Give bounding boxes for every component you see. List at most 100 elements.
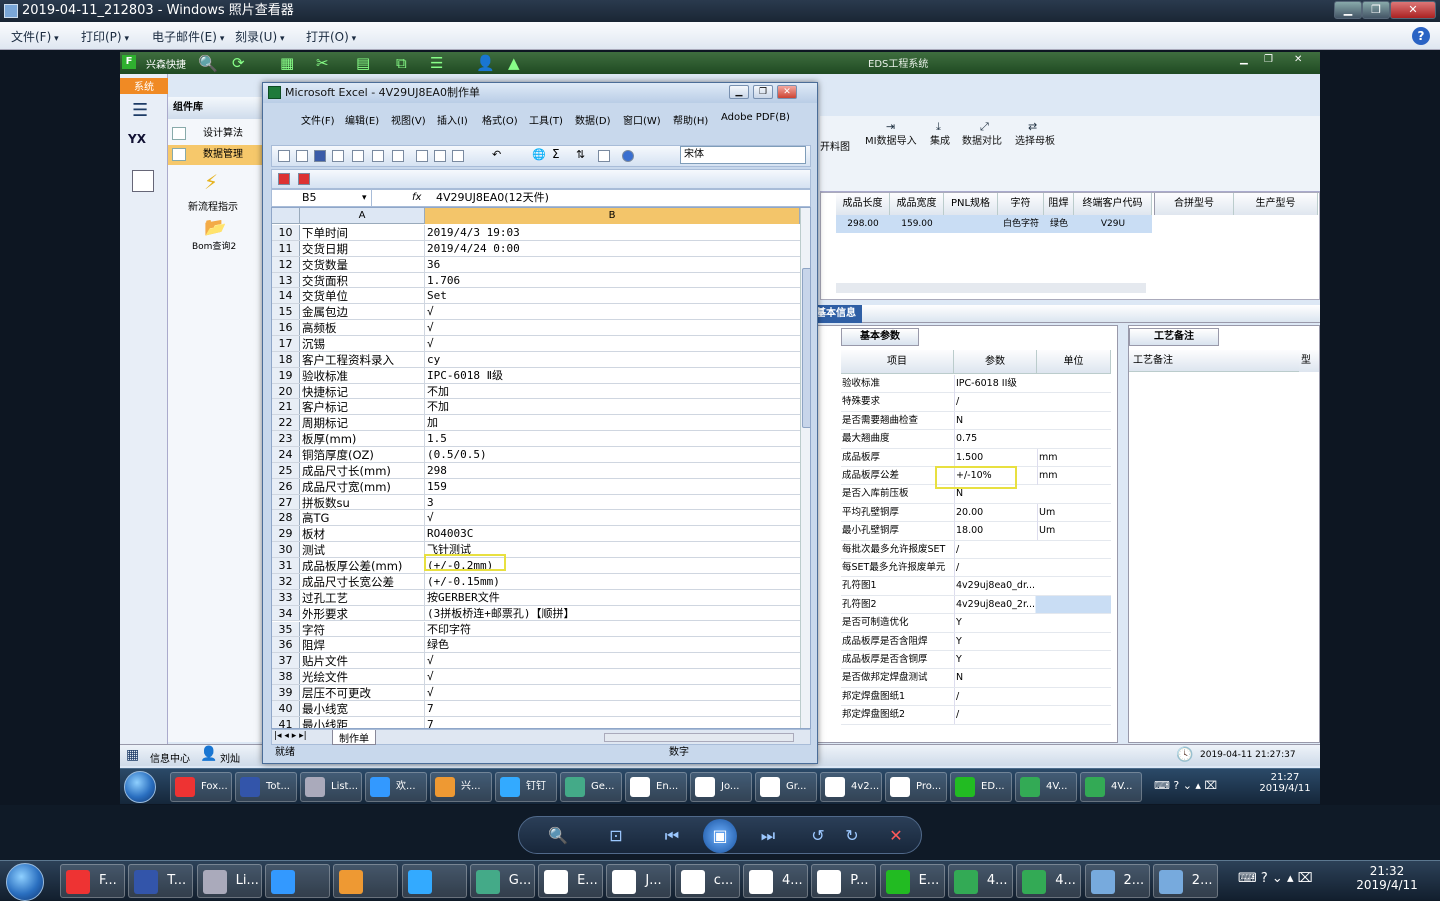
menu-print[interactable]: 打印(P) xyxy=(81,28,129,45)
excel-close-button[interactable]: ✕ xyxy=(777,85,797,99)
paste-icon[interactable] xyxy=(452,150,464,162)
pdf-icon[interactable] xyxy=(332,150,344,162)
cell-a[interactable]: 板厚(mm) xyxy=(301,431,425,447)
start-button[interactable] xyxy=(6,863,44,901)
xl-menu-edit[interactable]: 编辑(E) xyxy=(345,112,379,127)
calculator-icon[interactable] xyxy=(132,170,154,192)
outer-task-button[interactable]: c... xyxy=(674,864,740,898)
cell-a[interactable]: 板材 xyxy=(301,526,425,542)
namebox-dropdown-icon[interactable]: ▾ xyxy=(362,190,367,206)
list-icon[interactable]: ☰ xyxy=(430,54,443,72)
menu-burn[interactable]: 刻录(U) xyxy=(235,28,285,45)
outer-task-button[interactable]: J... xyxy=(606,864,672,898)
cell-b[interactable]: RO4003C xyxy=(426,526,800,541)
cell-a[interactable]: 交货数量 xyxy=(301,256,425,272)
xl-menu-tools[interactable]: 工具(T) xyxy=(529,112,563,127)
param-row[interactable]: 最小孔壁铜厚 18.00 Um xyxy=(841,522,1111,541)
flow-icon[interactable]: ⚡ xyxy=(204,170,218,194)
cell-b[interactable]: √ xyxy=(426,685,800,700)
cell-a[interactable]: 层压不可更改 xyxy=(301,684,425,700)
row-number[interactable]: 39 xyxy=(272,684,300,700)
cell-a[interactable]: 过孔工艺 xyxy=(301,589,425,605)
menu-icon[interactable]: ☰ xyxy=(132,100,148,121)
xl-menu-data[interactable]: 数据(D) xyxy=(575,112,611,127)
cell-b[interactable]: 1.706 xyxy=(426,273,800,288)
xl-menu-format[interactable]: 格式(O) xyxy=(482,112,518,127)
undo-icon[interactable]: ↶ xyxy=(492,148,506,161)
row-number[interactable]: 16 xyxy=(272,320,300,335)
cell-a[interactable]: 验收标准 xyxy=(301,367,425,383)
excel-maximize-button[interactable]: ❐ xyxy=(753,85,773,99)
save-icon[interactable] xyxy=(314,150,326,162)
cell-a[interactable]: 交货单位 xyxy=(301,288,425,304)
delete-icon[interactable]: ✕ xyxy=(885,825,907,847)
row-number[interactable]: 37 xyxy=(272,653,300,669)
outer-task-button[interactable]: E... xyxy=(879,864,945,898)
zoom-icon[interactable]: 🔍 xyxy=(547,825,569,847)
row-number[interactable]: 23 xyxy=(272,431,300,447)
cell-a[interactable]: 客户工程资料录入 xyxy=(301,351,425,367)
grid-cell[interactable]: 绿色 xyxy=(1044,215,1074,233)
cell-b[interactable]: 加 xyxy=(426,415,800,430)
outer-task-button[interactable]: Li... xyxy=(196,864,262,898)
row-number[interactable]: 17 xyxy=(272,336,300,351)
viewer-close-button[interactable]: ✕ xyxy=(1390,1,1436,19)
param-row[interactable]: 特殊要求 / xyxy=(841,393,1111,412)
cell-b[interactable]: (3拼板桥连+邮票孔)【顺拼】 xyxy=(426,606,800,621)
select-all[interactable] xyxy=(272,208,300,224)
cell-a[interactable]: 贴片文件 xyxy=(301,653,425,669)
cell-a[interactable]: 沉锡 xyxy=(301,336,425,351)
next-icon[interactable]: ⏭ xyxy=(757,825,779,847)
pdf-email-icon[interactable] xyxy=(298,173,310,185)
cell-b[interactable]: 1.5 xyxy=(426,431,800,446)
cell-b[interactable]: 2019/4/24 0:00 xyxy=(426,241,800,256)
cell-b[interactable]: 不加 xyxy=(426,399,800,414)
outer-task-button[interactable]: E... xyxy=(538,864,604,898)
cell-b[interactable]: 按GERBER文件 xyxy=(426,590,800,605)
cell-a[interactable]: 最小线宽 xyxy=(301,700,425,716)
outer-task-button[interactable]: 2... xyxy=(1084,864,1150,898)
column-a-header[interactable]: A xyxy=(300,208,425,224)
xl-menu-view[interactable]: 视图(V) xyxy=(391,112,426,127)
cell-b[interactable]: 不加 xyxy=(426,384,800,399)
row-number[interactable]: 28 xyxy=(272,510,300,526)
row-number[interactable]: 13 xyxy=(272,272,300,288)
eds-min-button[interactable]: ▁ xyxy=(1240,54,1248,65)
menu-email[interactable]: 电子邮件(E) xyxy=(152,28,224,45)
print-icon[interactable] xyxy=(352,150,364,162)
grid-cell[interactable]: 白色字符 xyxy=(998,215,1044,233)
tab-basic-params[interactable]: 基本参数 xyxy=(841,328,919,346)
row-number[interactable]: 21 xyxy=(272,399,300,415)
cell-a[interactable]: 最小线距 xyxy=(301,716,425,728)
spell-icon[interactable] xyxy=(392,150,404,162)
cell-b[interactable]: 7 xyxy=(426,701,800,716)
font-select[interactable]: 宋体 xyxy=(680,146,806,164)
row-number[interactable]: 18 xyxy=(272,351,300,367)
row-number[interactable]: 33 xyxy=(272,589,300,605)
folder-icon[interactable]: 📂 xyxy=(204,217,226,238)
cell-b[interactable]: (+/-0.15mm) xyxy=(426,574,800,589)
eds-close-button[interactable]: ✕ xyxy=(1294,54,1302,65)
row-number[interactable]: 14 xyxy=(272,288,300,304)
formula-content[interactable]: 4V29UJ8EA0(12天件) xyxy=(436,190,549,206)
cell-b[interactable]: √ xyxy=(426,669,800,684)
outer-task-button[interactable] xyxy=(401,864,467,898)
outer-task-button[interactable]: T... xyxy=(128,864,194,898)
sheet-tab[interactable]: 制作单 xyxy=(332,730,376,745)
outer-clock[interactable]: 21:32 2019/4/11 xyxy=(1352,864,1422,892)
ribbon-compare[interactable]: 数据对比 xyxy=(962,132,1002,147)
cut-icon[interactable] xyxy=(416,150,428,162)
cell-a[interactable]: 交货面积 xyxy=(301,272,425,288)
cell-a[interactable]: 光绘文件 xyxy=(301,669,425,684)
copy-icon[interactable]: ⧉ xyxy=(396,54,407,72)
cell-b[interactable]: 36 xyxy=(426,257,800,272)
param-row[interactable]: 成品板厚 1.500 mm xyxy=(841,448,1111,467)
param-row[interactable]: 每SET最多允许报废单元 / xyxy=(841,559,1111,578)
actual-size-icon[interactable]: ⊡ xyxy=(605,825,627,847)
xl-menu-help[interactable]: 帮助(H) xyxy=(673,112,708,127)
viewer-minimize-button[interactable]: ▁ xyxy=(1334,1,1362,19)
cell-a[interactable]: 金属包边 xyxy=(301,304,425,320)
row-number[interactable]: 32 xyxy=(272,573,300,589)
cell-a[interactable]: 字符 xyxy=(301,621,425,637)
row-number[interactable]: 11 xyxy=(272,240,300,256)
